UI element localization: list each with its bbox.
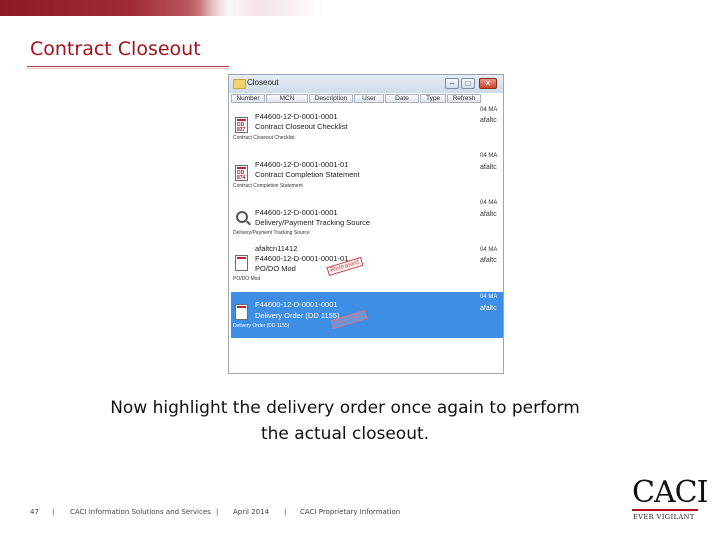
refresh-button[interactable]: Refresh	[447, 94, 481, 103]
magnifier-icon	[236, 211, 248, 223]
column-user[interactable]: User	[354, 94, 384, 103]
minimize-button[interactable]: –	[445, 78, 459, 89]
page-number: 47	[30, 508, 39, 516]
item-user: afaltc	[480, 257, 497, 264]
maximize-button[interactable]: □	[461, 78, 475, 89]
document-header-mark	[237, 257, 246, 259]
footer-separator: |	[52, 508, 55, 516]
column-type[interactable]: Type	[420, 94, 446, 103]
top-accent-bar	[0, 0, 720, 16]
document-icon	[235, 255, 248, 271]
close-button[interactable]: ✕	[479, 78, 497, 89]
item-title: Delivery Order (DD 1155)	[255, 311, 340, 320]
form-tag: DD 837	[237, 122, 246, 133]
document-header-mark	[237, 306, 246, 308]
item-date: 04 MA	[480, 107, 498, 113]
item-user: afaltc	[480, 164, 497, 171]
column-header-bar: Number MCN Description User Date Type Re…	[231, 94, 503, 104]
document-header-mark	[237, 167, 246, 169]
list-item[interactable]: DD 874 F44600-12-D-0001-0001-01 Contract…	[231, 155, 477, 201]
slide-title: Contract Closeout	[30, 38, 201, 60]
title-underline-shadow	[27, 68, 229, 69]
document-icon: DD 837	[235, 117, 248, 133]
caption-line-1: Now highlight the delivery order once ag…	[110, 398, 580, 418]
footer-classification: CACI Proprietary Information	[300, 508, 401, 516]
item-date: 04 MA	[480, 294, 498, 300]
closeout-window: Closeout – □ ✕ Number MCN Description Us…	[228, 74, 504, 374]
item-user: afaltc	[480, 117, 497, 124]
item-number: F44600-12-D-0001-0001	[255, 208, 338, 217]
item-title: Delivery/Payment Tracking Source	[255, 218, 371, 227]
item-number: F44600-12-D-0001-0001	[255, 300, 338, 309]
list-item-selected[interactable]: F44600-12-D-0001-0001 Delivery Order (DD…	[231, 292, 477, 338]
item-date: 04 MA	[480, 200, 498, 206]
form-tag: DD 874	[237, 170, 246, 181]
folder-icon	[233, 79, 246, 89]
footer-date: April 2014	[233, 508, 270, 516]
caci-logo: CACI	[632, 475, 708, 510]
footer-separator: |	[216, 508, 219, 516]
item-type: Delivery Order (DD 1155)	[233, 323, 290, 329]
list-item[interactable]: afaltcn11412 F44600-12-D-0001-0001-01 PO…	[231, 243, 477, 287]
item-user: afaltc	[480, 211, 497, 218]
caption-line-2: the actual closeout.	[260, 424, 430, 444]
instruction-caption: Now highlight the delivery order once ag…	[40, 395, 650, 447]
window-title: Closeout	[247, 78, 279, 87]
window-titlebar: Closeout – □ ✕	[229, 75, 503, 93]
document-header-mark	[237, 119, 246, 121]
column-number[interactable]: Number	[231, 94, 265, 103]
item-date: 04 MA	[480, 247, 498, 253]
item-title: Contract Closeout Checklist	[255, 122, 348, 131]
title-underline	[27, 66, 229, 67]
item-user: afaltc	[480, 305, 497, 312]
logo-rule	[632, 509, 698, 511]
column-description[interactable]: Description	[309, 94, 353, 103]
item-user-id: afaltcn11412	[255, 244, 298, 253]
document-icon	[235, 304, 248, 320]
item-title: Contract Completion Statement	[255, 170, 360, 179]
column-date[interactable]: Date	[385, 94, 419, 103]
footer-company: CACI Information Solutions and Services	[70, 508, 211, 516]
item-number: F44600-12-D-0001-0001-01	[255, 254, 349, 263]
document-icon: DD 874	[235, 165, 248, 181]
top-accent-glow	[200, 0, 260, 16]
item-type: Contract Closeout Checklist	[233, 135, 295, 141]
footer-separator: |	[284, 508, 287, 516]
item-title: PO/DO Mod	[255, 264, 296, 273]
logo-tagline: EVER VIGILANT	[633, 513, 695, 521]
item-number: F44600-12-D-0001-0001-01	[255, 160, 349, 169]
item-date: 04 MA	[480, 153, 498, 159]
item-number: F44600-12-D-0001-0001	[255, 112, 338, 121]
item-type: PO/DO Mod	[233, 276, 261, 282]
list-item[interactable]: DD 837 F44600-12-D-0001-0001 Contract Cl…	[231, 107, 477, 153]
column-mcn[interactable]: MCN	[266, 94, 308, 103]
item-type: Contract Completion Statement	[233, 183, 303, 189]
selected-side-cells[interactable]: 04 MA afaltc	[477, 292, 503, 338]
item-type: Delivery/Payment Tracking Source	[233, 230, 310, 236]
